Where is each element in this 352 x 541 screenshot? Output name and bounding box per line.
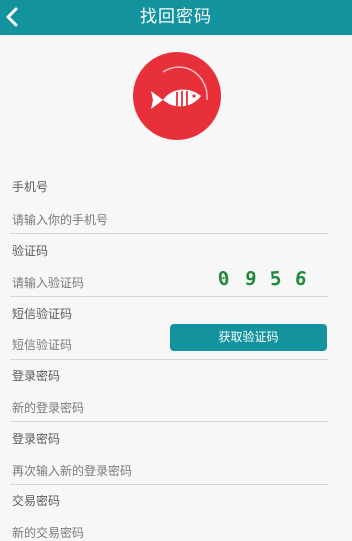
login-password-label: 登录密码 xyxy=(12,369,61,383)
header-bar: 找回密码 xyxy=(0,0,352,35)
confirm-password-input[interactable]: 再次输入新的登录密码 xyxy=(12,462,132,479)
sms-code-input[interactable]: 短信验证码 xyxy=(12,336,72,353)
divider xyxy=(10,233,328,234)
divider xyxy=(10,421,328,422)
login-password-input[interactable]: 新的登录密码 xyxy=(12,399,84,416)
captcha-digit: 0 xyxy=(216,267,231,291)
trade-password-label: 交易密码 xyxy=(12,494,61,508)
phone-label: 手机号 xyxy=(12,180,49,194)
page-title: 找回密码 xyxy=(140,7,212,27)
fish-logo-icon xyxy=(151,66,208,109)
sms-code-label: 短信验证码 xyxy=(12,307,73,321)
captcha-input[interactable]: 请输入验证码 xyxy=(12,274,84,291)
divider xyxy=(10,296,328,297)
phone-input[interactable]: 请输入你的手机号 xyxy=(12,211,108,228)
divider xyxy=(10,484,328,485)
captcha-digit: 5 xyxy=(269,267,283,291)
divider xyxy=(10,359,328,360)
captcha-image[interactable]: 0 9 5 6 xyxy=(208,267,318,294)
captcha-label: 验证码 xyxy=(12,244,49,258)
app-logo xyxy=(133,52,221,140)
get-sms-code-button[interactable]: 获取验证码 xyxy=(170,324,327,351)
confirm-password-label: 登录密码 xyxy=(12,432,61,446)
captcha-digit: 9 xyxy=(243,267,258,291)
captcha-digit: 6 xyxy=(293,267,308,291)
